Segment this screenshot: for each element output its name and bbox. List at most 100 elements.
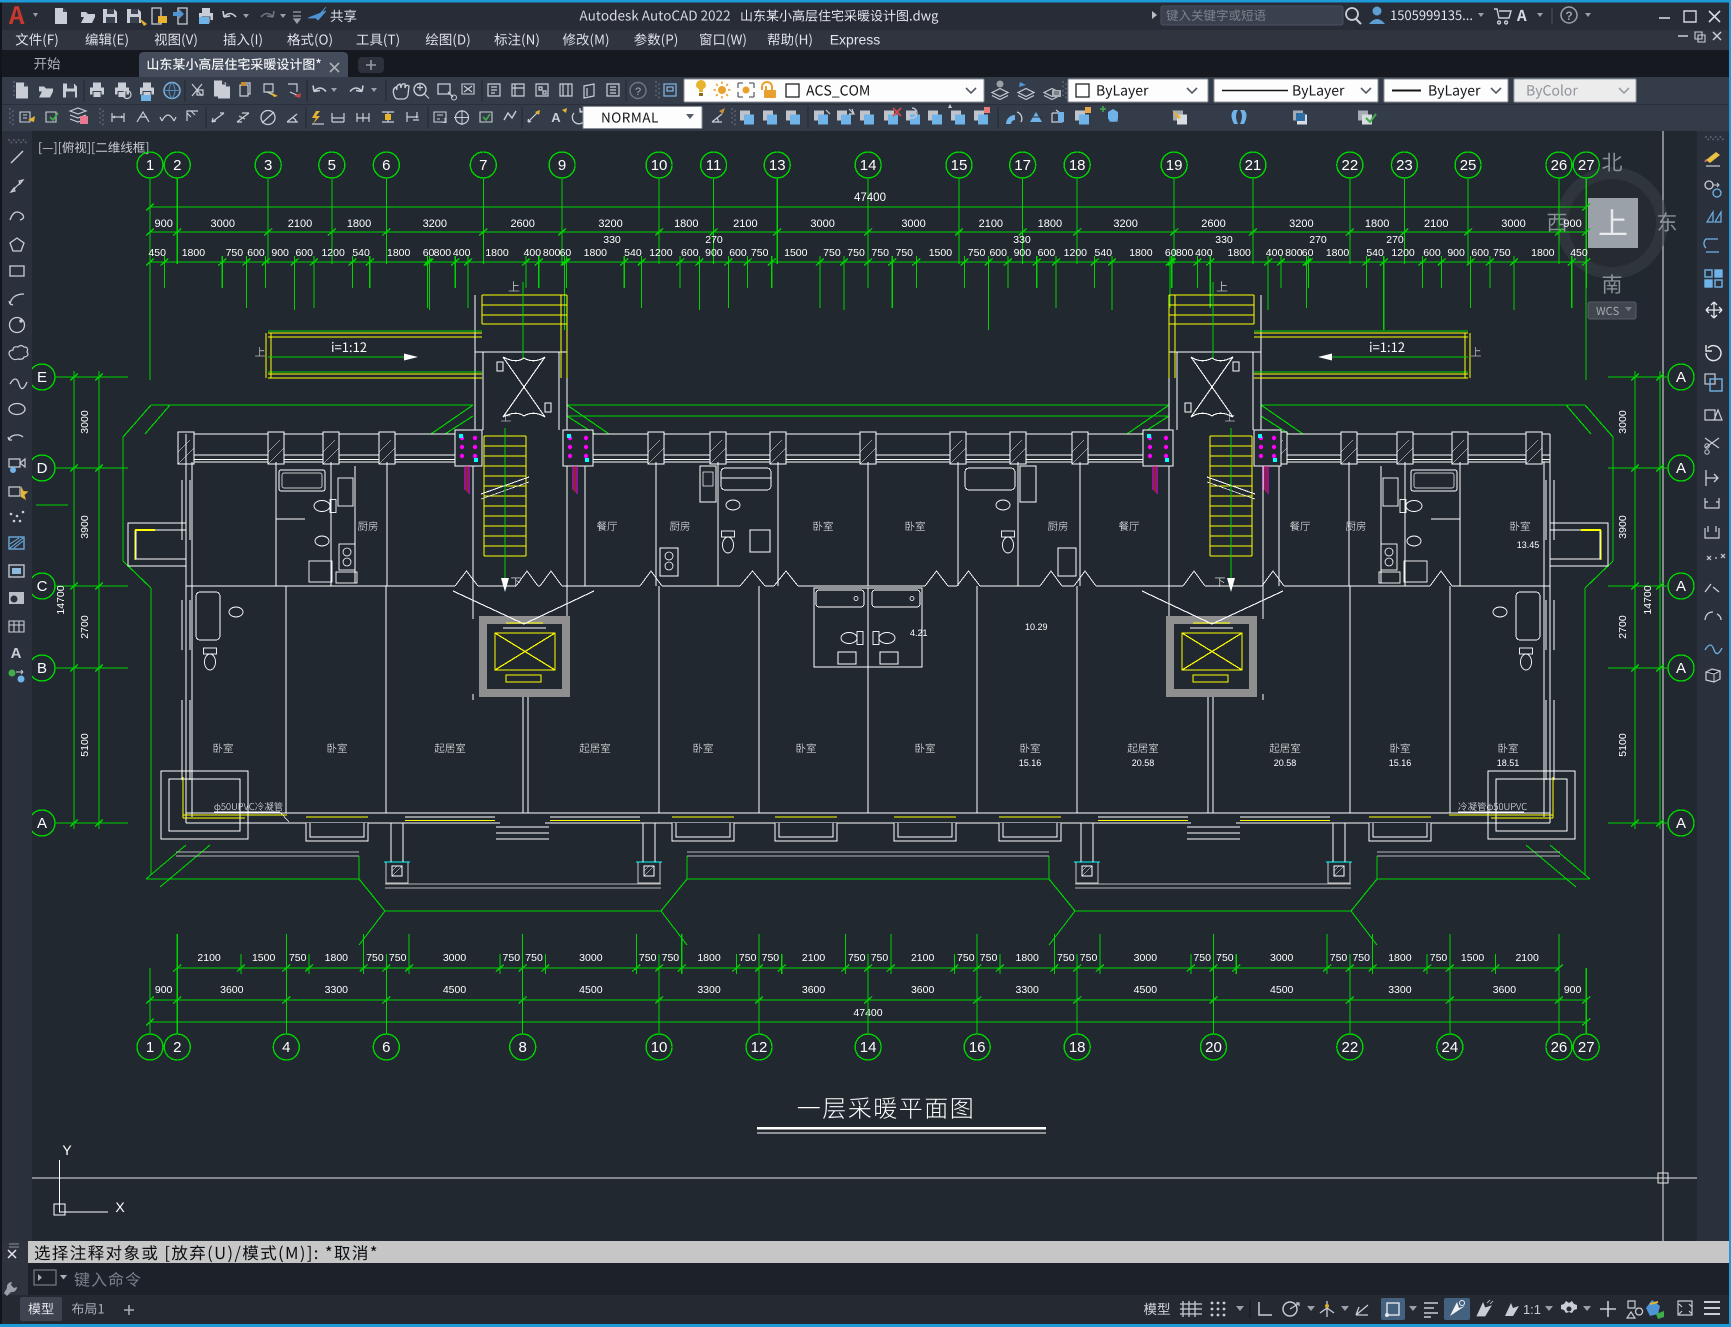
- svg-text:750: 750: [503, 952, 521, 964]
- svg-text:3000: 3000: [1270, 952, 1294, 964]
- svg-text:5: 5: [328, 157, 336, 174]
- svg-text:3000: 3000: [443, 952, 467, 964]
- svg-text:330: 330: [1013, 234, 1031, 246]
- svg-text:2: 2: [173, 1039, 181, 1056]
- svg-text:14700: 14700: [55, 585, 67, 614]
- svg-text:1200: 1200: [649, 247, 673, 259]
- svg-text:18.51: 18.51: [1497, 758, 1520, 768]
- svg-text:3300: 3300: [1388, 984, 1412, 996]
- svg-text:600: 600: [1471, 247, 1489, 259]
- svg-text:14: 14: [860, 1039, 877, 1056]
- svg-text:3200: 3200: [598, 218, 622, 230]
- svg-text:2600: 2600: [1201, 218, 1225, 230]
- svg-text:A: A: [1676, 460, 1686, 477]
- svg-text:1800: 1800: [584, 247, 608, 259]
- svg-text:800: 800: [434, 247, 452, 259]
- svg-text:400: 400: [453, 247, 471, 259]
- svg-text:7: 7: [479, 157, 487, 174]
- svg-text:Y: Y: [62, 1142, 72, 1158]
- svg-text:1800: 1800: [674, 218, 698, 230]
- svg-text:540: 540: [1095, 247, 1113, 259]
- svg-text:12: 12: [751, 1039, 768, 1056]
- svg-text:3000: 3000: [579, 952, 603, 964]
- svg-text:3000: 3000: [1134, 952, 1158, 964]
- svg-text:450: 450: [1570, 247, 1588, 259]
- svg-text:6: 6: [382, 157, 390, 174]
- svg-text:?: ?: [635, 86, 641, 98]
- svg-text:10: 10: [651, 157, 668, 174]
- svg-text:400: 400: [524, 247, 542, 259]
- svg-text:20: 20: [1205, 1039, 1222, 1056]
- svg-text:9: 9: [558, 157, 566, 174]
- svg-text:750: 750: [366, 952, 384, 964]
- svg-text:750: 750: [848, 952, 866, 964]
- svg-text:10: 10: [651, 1039, 668, 1056]
- svg-text:5100: 5100: [79, 733, 91, 757]
- svg-text:3600: 3600: [1493, 984, 1517, 996]
- svg-text:3600: 3600: [802, 984, 826, 996]
- svg-text:Express: Express: [830, 32, 881, 48]
- svg-text:2600: 2600: [510, 218, 534, 230]
- svg-text:14700: 14700: [1642, 585, 1654, 614]
- svg-text:E: E: [37, 369, 47, 386]
- svg-text:900: 900: [1563, 218, 1581, 230]
- svg-text:1800: 1800: [1388, 952, 1412, 964]
- svg-text:1800: 1800: [1038, 218, 1062, 230]
- svg-text:750: 750: [751, 247, 769, 259]
- svg-text:2: 2: [173, 157, 181, 174]
- svg-text:750: 750: [980, 952, 998, 964]
- svg-text:1800: 1800: [387, 247, 411, 259]
- svg-text:14: 14: [860, 157, 877, 174]
- svg-text:1:1: 1:1: [1523, 1302, 1541, 1317]
- svg-text:600: 600: [1038, 247, 1056, 259]
- svg-text:600: 600: [1423, 247, 1441, 259]
- svg-text:750: 750: [871, 247, 889, 259]
- svg-text:3200: 3200: [423, 218, 447, 230]
- svg-text:3000: 3000: [210, 218, 234, 230]
- svg-text:1: 1: [146, 1039, 154, 1056]
- svg-text:1500: 1500: [252, 952, 276, 964]
- svg-text:X: X: [115, 1199, 125, 1215]
- svg-text:23: 23: [1396, 157, 1413, 174]
- svg-text:750: 750: [968, 247, 986, 259]
- svg-text:750: 750: [1216, 952, 1234, 964]
- svg-text:4500: 4500: [1270, 984, 1294, 996]
- svg-text:3200: 3200: [1289, 218, 1313, 230]
- svg-text:540: 540: [1366, 247, 1384, 259]
- svg-text:900: 900: [1014, 247, 1032, 259]
- svg-text:2100: 2100: [1424, 218, 1448, 230]
- svg-text:400: 400: [1195, 247, 1213, 259]
- svg-text:540: 540: [352, 247, 370, 259]
- svg-text:1800: 1800: [325, 952, 349, 964]
- svg-text:A: A: [1676, 815, 1686, 832]
- svg-text:750: 750: [1330, 952, 1348, 964]
- svg-text:1800: 1800: [347, 218, 371, 230]
- svg-text:18: 18: [1069, 1039, 1086, 1056]
- svg-text:20.58: 20.58: [1132, 758, 1155, 768]
- svg-text:450: 450: [148, 247, 166, 259]
- svg-text:3000: 3000: [1617, 410, 1629, 434]
- svg-text:1800: 1800: [1016, 952, 1040, 964]
- svg-text:C: C: [37, 578, 48, 595]
- svg-text:750: 750: [762, 952, 780, 964]
- svg-text:750: 750: [525, 952, 543, 964]
- svg-text:270: 270: [705, 234, 723, 246]
- svg-text:47400: 47400: [854, 192, 886, 204]
- svg-text:3000: 3000: [810, 218, 834, 230]
- svg-text:1200: 1200: [321, 247, 345, 259]
- svg-text:750: 750: [662, 952, 680, 964]
- svg-text:2100: 2100: [197, 952, 221, 964]
- svg-text:1800: 1800: [697, 952, 721, 964]
- svg-text:4500: 4500: [1134, 984, 1158, 996]
- svg-text:18: 18: [1069, 157, 1086, 174]
- svg-text:600: 600: [295, 247, 313, 259]
- svg-text:26: 26: [1551, 157, 1568, 174]
- svg-text:330: 330: [603, 234, 621, 246]
- svg-text:1800: 1800: [1365, 218, 1389, 230]
- svg-text:750: 750: [957, 952, 975, 964]
- svg-text:400: 400: [1266, 247, 1284, 259]
- svg-text:2100: 2100: [802, 952, 826, 964]
- svg-text:750: 750: [639, 952, 657, 964]
- svg-text:2100: 2100: [733, 218, 757, 230]
- svg-text:3300: 3300: [1016, 984, 1040, 996]
